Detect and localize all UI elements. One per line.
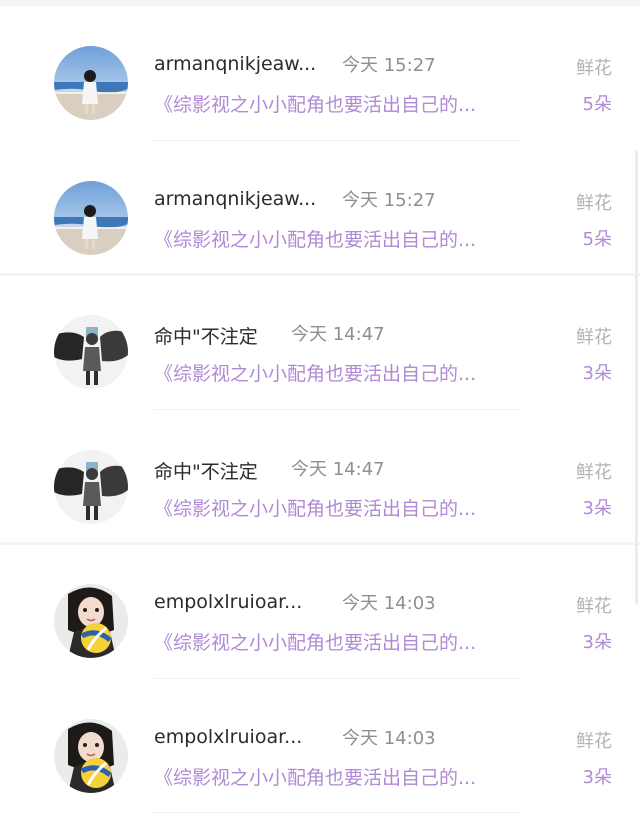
notification-item[interactable]: armanqnikjeaw... 今天 15:27 鲜花 《综影视之小小配角也要… [0,6,640,141]
ink-figure-avatar-icon[interactable] [54,449,128,524]
timestamp: 今天 14:47 [291,458,385,480]
gift-type-label: 鲜花 [576,596,612,617]
flower-count: 5朵 [582,228,612,250]
timestamp: 今天 15:27 [342,189,436,211]
book-title-link[interactable]: 《综影视之小小配角也要活出自己的... [154,359,476,386]
flower-count: 3朵 [582,497,612,519]
girl-volleyball-avatar-icon[interactable] [54,718,128,793]
timestamp: 今天 14:03 [342,593,436,614]
flower-count: 3朵 [582,632,612,653]
gift-type-label: 鲜花 [576,327,612,348]
sender-name[interactable]: empolxlruioar... [154,591,302,613]
book-title-link[interactable]: 《综影视之小小配角也要活出自己的... [154,763,476,790]
sender-name[interactable]: empolxlruioar... [154,726,302,748]
notification-list: armanqnikjeaw... 今天 15:27 鲜花 《综影视之小小配角也要… [0,6,640,813]
gift-type-label: 鲜花 [576,192,612,214]
notification-item[interactable]: armanqnikjeaw... 今天 15:27 鲜花 《综影视之小小配角也要… [0,141,640,276]
notification-item[interactable]: empolxlruioar... 今天 14:03 鲜花 《综影视之小小配角也要… [0,544,640,679]
timestamp: 今天 14:47 [291,324,385,345]
book-title-link[interactable]: 《综影视之小小配角也要活出自己的... [154,494,476,521]
book-title-link[interactable]: 《综影视之小小配角也要活出自己的... [154,90,476,117]
gift-type-label: 鲜花 [576,730,612,752]
scrollbar[interactable] [635,150,638,605]
sender-name[interactable]: 命中"不注定 [154,457,258,484]
flower-count: 3朵 [582,363,612,384]
sender-name[interactable]: armanqnikjeaw... [154,53,316,75]
sender-name[interactable]: armanqnikjeaw... [154,188,316,210]
notification-item[interactable]: 命中"不注定 今天 14:47 鲜花 《综影视之小小配角也要活出自己的... 3… [0,275,640,410]
notification-item[interactable]: 命中"不注定 今天 14:47 鲜花 《综影视之小小配角也要活出自己的... 3… [0,410,640,545]
gift-type-label: 鲜花 [576,461,612,483]
timestamp: 今天 14:03 [342,727,436,749]
notification-item[interactable]: empolxlruioar... 今天 14:03 鲜花 《综影视之小小配角也要… [0,679,640,813]
book-title-link[interactable]: 《综影视之小小配角也要活出自己的... [154,628,476,655]
timestamp: 今天 15:27 [342,55,436,76]
flower-count: 3朵 [582,766,612,788]
beach-avatar-icon[interactable] [54,180,128,255]
gift-type-label: 鲜花 [576,58,612,79]
flower-notification-page: armanqnikjeaw... 今天 15:27 鲜花 《综影视之小小配角也要… [0,0,640,813]
flower-count: 5朵 [582,94,612,115]
girl-volleyball-avatar-icon[interactable] [54,584,128,658]
ink-figure-avatar-icon[interactable] [54,315,128,389]
sender-name[interactable]: 命中"不注定 [154,322,258,349]
book-title-link[interactable]: 《综影视之小小配角也要活出自己的... [154,225,476,252]
beach-avatar-icon[interactable] [54,46,128,120]
